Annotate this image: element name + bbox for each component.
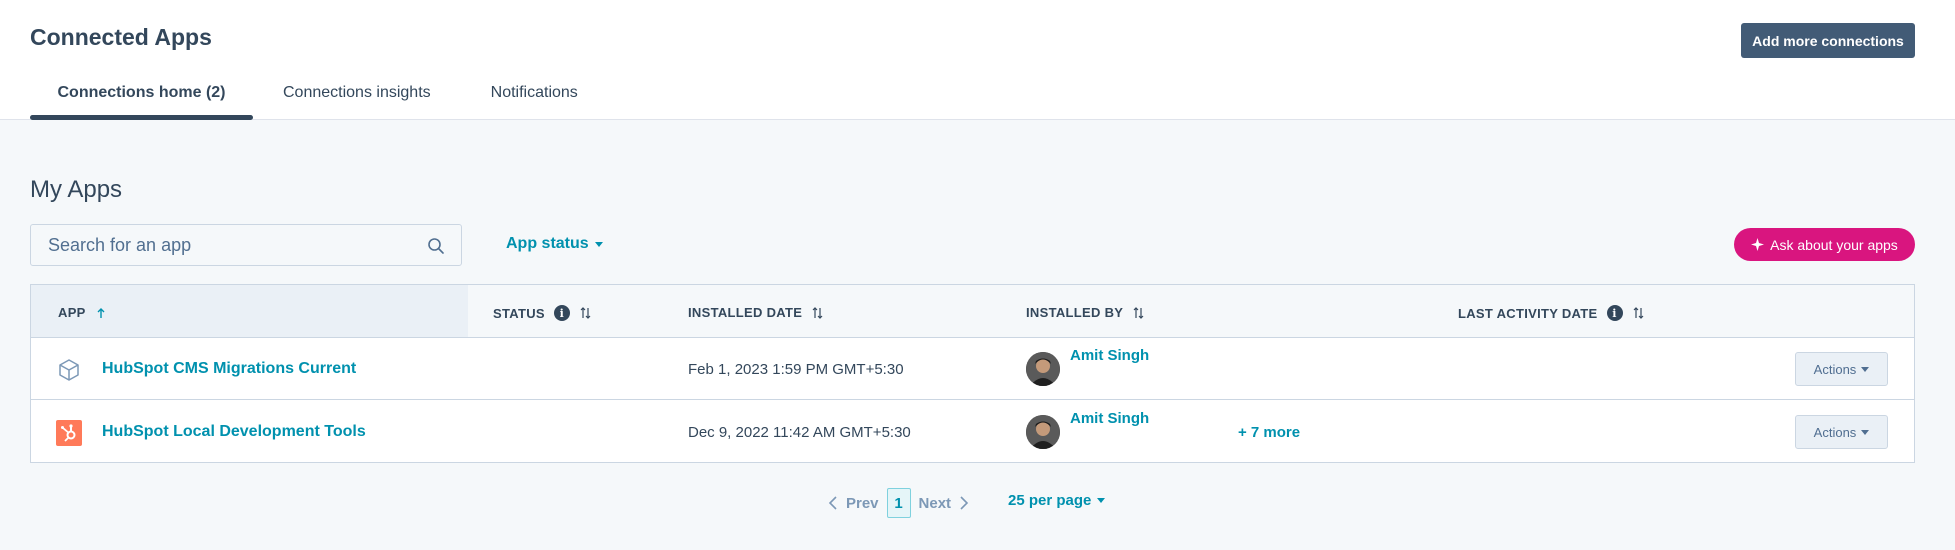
- app-name-link[interactable]: HubSpot Local Development Tools: [102, 423, 366, 441]
- column-header-installed-date[interactable]: INSTALLED DATE: [688, 305, 823, 320]
- column-header-status[interactable]: STATUS i: [493, 305, 591, 321]
- app-status-label: App status: [506, 235, 589, 252]
- page-header: Connected Apps Add more connections Conn…: [0, 0, 1955, 120]
- chevron-down-icon: [594, 241, 603, 247]
- avatar: [1026, 352, 1060, 386]
- installed-date: Feb 1, 2023 1:59 PM GMT+5:30: [688, 361, 904, 378]
- prev-page-button[interactable]: Prev: [828, 495, 879, 512]
- column-label: INSTALLED BY: [1026, 305, 1124, 320]
- chevron-down-icon: [1097, 498, 1106, 503]
- prev-label: Prev: [846, 494, 879, 512]
- search-box[interactable]: [30, 224, 462, 266]
- installed-by-user-link[interactable]: Amit Singh: [1070, 347, 1149, 364]
- more-users-link[interactable]: + 7 more: [1238, 424, 1300, 441]
- actions-dropdown-button[interactable]: Actions: [1795, 352, 1888, 386]
- info-icon[interactable]: i: [553, 305, 570, 321]
- column-label: LAST ACTIVITY DATE: [1458, 305, 1598, 321]
- column-header-app[interactable]: APP: [58, 305, 107, 320]
- column-label: STATUS: [493, 305, 545, 321]
- per-page-dropdown[interactable]: 25 per page: [1008, 492, 1106, 509]
- next-label: Next: [918, 494, 952, 512]
- ask-button-label: Ask about your apps: [1770, 236, 1898, 253]
- table-header: APP STATUS i INSTALLED DATE INSTALLED BY…: [31, 285, 1914, 338]
- add-more-connections-button[interactable]: Add more connections: [1741, 23, 1915, 58]
- tab-bar: Connections home (2) Connections insight…: [30, 72, 608, 122]
- actions-dropdown-button[interactable]: Actions: [1795, 415, 1888, 449]
- tab-notifications[interactable]: Notifications: [461, 72, 608, 120]
- app-name-link[interactable]: HubSpot CMS Migrations Current: [102, 360, 356, 378]
- hubspot-logo-icon: [56, 420, 82, 446]
- info-icon[interactable]: i: [1606, 305, 1623, 321]
- table-row: HubSpot Local Development Tools Dec 9, 2…: [31, 401, 1914, 463]
- ask-about-apps-button[interactable]: Ask about your apps: [1734, 228, 1915, 261]
- pagination: Prev 1 Next: [828, 488, 969, 518]
- column-header-last-activity[interactable]: LAST ACTIVITY DATE i: [1458, 305, 1644, 321]
- column-header-installed-by[interactable]: INSTALLED BY: [1026, 305, 1144, 320]
- chevron-right-icon: [960, 496, 969, 510]
- installed-by-user-link[interactable]: Amit Singh: [1070, 410, 1149, 427]
- chevron-down-icon: [1861, 366, 1870, 372]
- actions-label: Actions: [1813, 361, 1857, 377]
- search-icon: [428, 238, 444, 254]
- sort-icon: [812, 306, 823, 319]
- page-title: Connected Apps: [30, 24, 212, 50]
- sort-icon: [580, 307, 591, 319]
- sparkle-icon: [1751, 238, 1765, 251]
- tab-connections-insights[interactable]: Connections insights: [253, 72, 461, 120]
- apps-table: APP STATUS i INSTALLED DATE INSTALLED BY…: [30, 284, 1915, 463]
- column-label: APP: [58, 305, 86, 320]
- sort-icon: [1633, 307, 1643, 319]
- section-title: My Apps: [30, 176, 123, 203]
- tab-label: Notifications: [490, 84, 578, 101]
- installed-date: Dec 9, 2022 11:42 AM GMT+5:30: [688, 424, 911, 441]
- search-input[interactable]: [31, 234, 411, 256]
- sort-ascending-icon: [97, 307, 105, 318]
- table-row: HubSpot CMS Migrations Current Feb 1, 20…: [31, 338, 1914, 400]
- per-page-label: 25 per page: [1008, 492, 1092, 509]
- column-label: INSTALLED DATE: [688, 305, 803, 320]
- chevron-left-icon: [828, 496, 837, 510]
- actions-label: Actions: [1813, 424, 1857, 440]
- next-page-button[interactable]: Next: [919, 495, 970, 512]
- cube-icon: [59, 359, 79, 381]
- avatar: [1026, 415, 1060, 449]
- app-status-filter[interactable]: App status: [506, 235, 603, 253]
- tab-connections-home[interactable]: Connections home (2): [30, 72, 253, 120]
- chevron-down-icon: [1861, 429, 1870, 435]
- sort-icon: [1133, 306, 1144, 319]
- tab-label: Connections insights: [283, 84, 431, 101]
- current-page-button[interactable]: 1: [886, 488, 911, 518]
- tab-label: Connections home (2): [57, 84, 226, 101]
